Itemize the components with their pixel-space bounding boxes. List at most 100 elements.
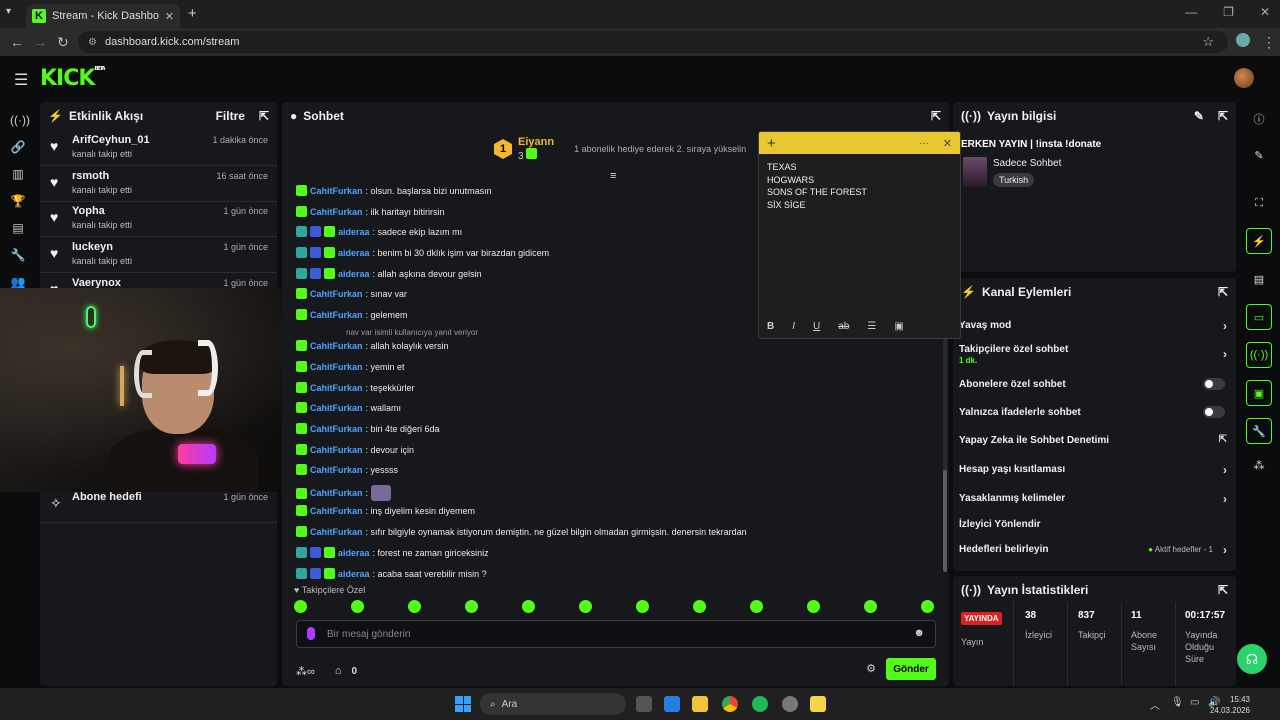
chat-message[interactable]: aideraa: forest ne zaman giriceksiniz <box>296 547 489 558</box>
store-app-icon[interactable] <box>664 696 680 712</box>
back-icon[interactable]: ← <box>10 34 24 50</box>
channel-action-row[interactable]: Yapay Zeka ile Sohbet Denetimi ⇱ <box>959 434 1227 446</box>
points-icon[interactable]: ⁂∞ <box>296 665 315 678</box>
send-button[interactable]: Gönder <box>886 658 936 680</box>
image-icon[interactable]: ▣ <box>894 321 903 332</box>
list-icon[interactable]: ☰ <box>867 321 876 332</box>
edit-icon[interactable]: ✎ <box>1194 109 1204 123</box>
chevron-right-icon[interactable]: › <box>1223 492 1227 506</box>
emote-icon[interactable] <box>636 600 649 613</box>
chat-username[interactable]: CahitFurkan <box>310 527 363 537</box>
emote-icon[interactable] <box>807 600 820 613</box>
chrome-icon[interactable] <box>722 696 738 712</box>
chat-message[interactable]: CahitFurkan: gelemem <box>296 309 408 320</box>
sticky-note-titlebar[interactable]: + ··· ✕ <box>759 132 960 154</box>
emote-icon[interactable] <box>465 600 478 613</box>
chat-username[interactable]: CahitFurkan <box>310 488 363 498</box>
monetize-icon[interactable]: ▤ <box>10 220 26 236</box>
bookmark-star-icon[interactable]: ☆ <box>1202 34 1214 50</box>
channel-action-row[interactable]: Abonelere özel sohbet <box>959 378 1227 390</box>
chat-username[interactable]: aideraa <box>338 569 370 579</box>
chat-message[interactable]: CahitFurkan: sınav var <box>296 288 407 299</box>
chat-message[interactable]: CahitFurkan: ilk haritayı bitirirsin <box>296 206 445 217</box>
emote-icon[interactable] <box>522 600 535 613</box>
popout-icon[interactable]: ⇱ <box>1218 285 1228 299</box>
chevron-right-icon[interactable]: › <box>1223 543 1227 557</box>
chat-username[interactable]: CahitFurkan <box>310 289 363 299</box>
bold-icon[interactable]: B <box>767 321 774 332</box>
maximize-icon[interactable]: ❐ <box>1223 5 1234 19</box>
chat-username[interactable]: CahitFurkan <box>310 403 363 413</box>
chat-username[interactable]: CahitFurkan <box>310 445 363 455</box>
mic-icon[interactable] <box>307 627 315 640</box>
activity-username[interactable]: Yopha <box>72 205 105 217</box>
channel-action-row[interactable]: Yavaş mod › <box>959 319 1227 333</box>
taskbar-search[interactable]: ⌕ Ara <box>480 693 626 715</box>
chat-message[interactable]: CahitFurkan: teşekkürler <box>296 382 415 393</box>
new-tab-button[interactable]: + <box>188 5 197 22</box>
chat-message-input[interactable] <box>327 625 887 643</box>
channel-action-row[interactable]: Hedefleri belirleyin ● Aktif hedefler - 1… <box>959 543 1227 557</box>
sticky-notes-icon[interactable] <box>810 696 826 712</box>
broadcast-toggle-icon[interactable]: ((·)) <box>1246 342 1272 368</box>
chat-message[interactable]: CahitFurkan: sıfır bilgiyle oynamak isti… <box>296 526 747 537</box>
chevron-right-icon[interactable]: › <box>1223 463 1227 477</box>
strikethrough-icon[interactable]: ab <box>838 321 849 332</box>
tab-search-icon[interactable]: ▾ <box>6 6 11 17</box>
store-icon[interactable]: ⌂ <box>335 665 342 677</box>
chat-message[interactable]: aideraa: allah aşkına devour gelsin <box>296 268 482 279</box>
add-note-icon[interactable]: + <box>767 135 776 152</box>
chat-message[interactable]: aideraa: acaba saat verebilir misin ? <box>296 568 487 579</box>
activity-item[interactable]: ♥ Yopha kanalı takip etti 1 gün önce <box>40 201 277 238</box>
chevron-right-icon[interactable]: › <box>1223 319 1227 333</box>
emote-icon[interactable] <box>921 600 934 613</box>
info-icon[interactable]: ⓘ <box>1246 106 1272 132</box>
spotify-icon[interactable] <box>752 696 768 712</box>
sticky-note-window[interactable]: + ··· ✕ TEXAS HOGWARS SONS OF THE FOREST Sİ… <box>758 131 961 339</box>
chat-settings-icon[interactable]: ⚙ <box>866 662 876 675</box>
channel-action-row[interactable]: Yalnızca ifadelerle sohbet <box>959 406 1227 418</box>
chat-message[interactable]: aideraa: benim bi 30 dklık işim var bira… <box>296 247 549 258</box>
channel-action-row[interactable]: Takipçilere özel sohbet 1 dk. › <box>959 344 1227 365</box>
user-avatar[interactable] <box>1234 68 1254 88</box>
gift-leaderboard[interactable]: 1 Eiyann 3 1 abonelik hediye ederek 2. s… <box>494 132 746 166</box>
site-info-icon[interactable]: ⚙ <box>88 37 97 48</box>
emote-icon[interactable] <box>351 600 364 613</box>
chat-input-box[interactable]: ☻ <box>296 620 936 648</box>
chat-username[interactable]: CahitFurkan <box>310 424 363 434</box>
reload-icon[interactable]: ↻ <box>57 34 69 51</box>
obs-icon[interactable] <box>782 696 798 712</box>
activity-username[interactable]: Abone hedefi <box>72 491 142 503</box>
popout-icon[interactable]: ⇱ <box>1218 109 1228 123</box>
chat-message[interactable]: CahitFurkan: devour için <box>296 444 414 455</box>
chat-message[interactable]: aideraa: sadece ekip lazım mı <box>296 226 462 237</box>
close-note-icon[interactable]: ✕ <box>943 137 952 150</box>
hamburger-menu-icon[interactable]: ☰ <box>14 70 28 90</box>
browser-menu-icon[interactable]: ⋮ <box>1262 34 1276 51</box>
emoji-icon[interactable]: ☻ <box>913 627 925 639</box>
task-view-icon[interactable] <box>636 696 652 712</box>
chat-message[interactable]: CahitFurkan: olsun. başlarsa bizi unutma… <box>296 185 492 196</box>
more-tools-icon[interactable]: ⁂ <box>1246 452 1272 478</box>
chat-message[interactable]: CahitFurkan: wallamı <box>296 402 401 413</box>
chat-message[interactable]: CahitFurkan: inş diyelim kesin diyemem <box>296 505 475 516</box>
chat-username[interactable]: CahitFurkan <box>310 383 363 393</box>
emote-icon[interactable] <box>864 600 877 613</box>
quick-actions-icon[interactable]: ⚡ <box>1246 228 1272 254</box>
analytics-icon[interactable]: ▥ <box>10 166 26 182</box>
chat-message[interactable]: CahitFurkan: biri 4te diğeri 6da <box>296 423 440 434</box>
trophy-icon[interactable]: 🏆 <box>10 193 26 209</box>
activity-item[interactable]: ♥ ArifCeyhun_01 kanalı takip etti 1 dakika … <box>40 130 277 166</box>
forward-icon[interactable]: → <box>33 34 47 50</box>
chat-message[interactable]: CahitFurkan: <box>296 485 392 501</box>
browser-tab[interactable]: K Stream - Kick Dashboard ✕ <box>26 4 180 28</box>
sticky-note-text[interactable]: TEXAS HOGWARS SONS OF THE FOREST SİX SİGE <box>759 154 960 218</box>
url-field[interactable]: ⚙ dashboard.kick.com/stream ☆ <box>78 31 1228 53</box>
external-link-icon[interactable]: ⇱ <box>1219 434 1227 445</box>
tray-chevron-icon[interactable]: ︿ <box>1150 697 1160 712</box>
emote-icon[interactable] <box>579 600 592 613</box>
chat-toggle-icon[interactable]: ▭ <box>1246 304 1272 330</box>
toggle-switch[interactable] <box>1203 378 1225 390</box>
emote-icon[interactable] <box>408 600 421 613</box>
chat-username[interactable]: CahitFurkan <box>310 506 363 516</box>
